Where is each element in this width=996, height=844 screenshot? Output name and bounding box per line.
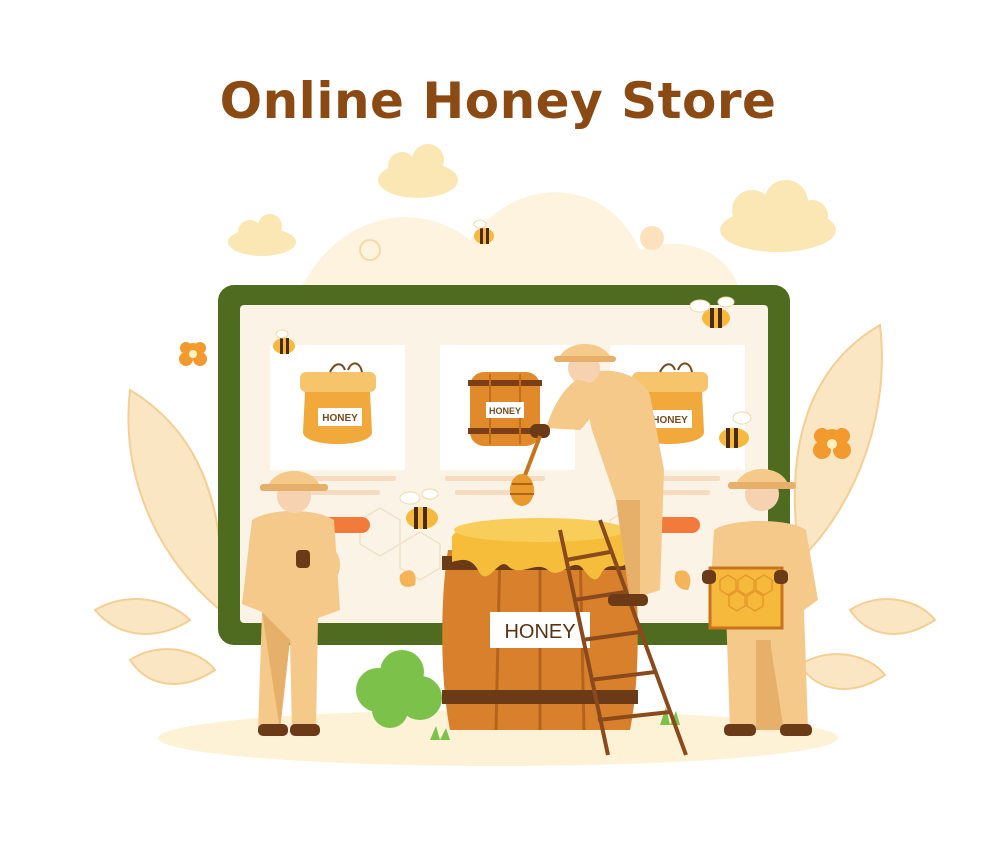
honey-barrel-small-label: HONEY bbox=[489, 406, 521, 416]
background-hill bbox=[300, 192, 740, 300]
flower-icon bbox=[179, 342, 207, 366]
cloud-icon bbox=[720, 180, 836, 252]
honey-jar-icon bbox=[300, 362, 376, 444]
cloud-icon bbox=[228, 214, 296, 256]
honey-jar-label: HONEY bbox=[322, 413, 358, 424]
cloud-icon bbox=[378, 144, 458, 198]
honey-jar-label: HONEY bbox=[652, 415, 688, 426]
illustration: HONEY HONEY HONEY HONEY bbox=[93, 144, 937, 766]
sun-dot bbox=[640, 226, 664, 250]
barrel-label: HONEY bbox=[504, 621, 575, 643]
honeycomb-frame-icon bbox=[708, 566, 784, 630]
